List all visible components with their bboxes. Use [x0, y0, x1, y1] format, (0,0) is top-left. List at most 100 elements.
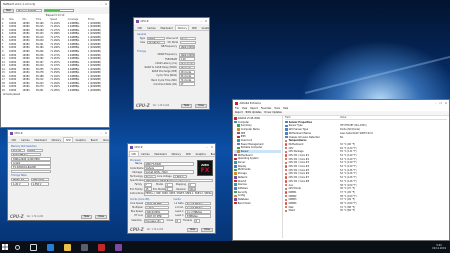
edge-icon[interactable] — [47, 243, 54, 251]
close-button[interactable]: Close — [201, 227, 213, 232]
temperature-label: CPU #1 / Core #8 — [288, 179, 310, 183]
menu-tools[interactable]: Tools — [274, 107, 280, 110]
tab-memory[interactable]: Memory — [49, 137, 63, 142]
processor-select[interactable]: Processor #1 — [143, 218, 164, 223]
tab-about[interactable]: About — [100, 137, 109, 142]
timing-label: Cycle Time (tRAS) — [156, 74, 177, 78]
slot-select[interactable]: Slot #1 — [11, 148, 25, 153]
multiplier: x 20.0 — [144, 205, 169, 210]
timing-label: DRAM Frequency — [157, 53, 177, 57]
aida-taskbar-icon[interactable] — [98, 243, 105, 251]
tab-spd[interactable]: SPD — [189, 25, 199, 30]
temperature-field: CPU #1 / Core #8 — [285, 180, 340, 183]
store-icon[interactable] — [81, 243, 88, 251]
tab-spd[interactable]: SPD — [183, 151, 193, 156]
minimize-icon[interactable]: – — [207, 146, 208, 149]
stepping-label: Stepping — [175, 183, 186, 187]
tree-label: DirectX — [237, 179, 247, 183]
thermometer-icon — [285, 187, 288, 190]
tab-caches[interactable]: Caches — [139, 151, 152, 156]
thermometer-icon — [285, 198, 288, 201]
tab-cpu[interactable]: CPU — [129, 151, 139, 156]
search-icon[interactable] — [15, 244, 20, 250]
close-icon[interactable]: ✕ — [211, 146, 213, 149]
tab-memory[interactable]: Memory — [175, 25, 190, 30]
task-view-icon[interactable] — [30, 243, 37, 251]
sensor-prop-field: Motherboard Name — [285, 132, 340, 135]
tree-icon — [234, 165, 237, 168]
sensor-prop-value: Asus Sabertooth 990FX R2.0 — [340, 131, 373, 135]
tab-caches[interactable]: Caches — [145, 25, 158, 30]
tab-graphics[interactable]: Graphics — [73, 137, 88, 142]
menu-file[interactable]: File — [235, 107, 239, 110]
menu-favorites[interactable]: Favorites — [261, 107, 271, 110]
ext-family-label: Ext. Family — [130, 187, 143, 191]
cpuz-version: Ver. 1.79.0.x64 — [152, 104, 170, 107]
system-clock[interactable]: 0:01 09.11.2019 — [432, 244, 450, 250]
menu-view[interactable]: View — [242, 107, 247, 110]
technology-label: Technology — [130, 174, 143, 178]
level-2: 4 x 2 MBytes — [184, 209, 211, 214]
timing-row: Command Rate (CR) 1T — [137, 82, 206, 87]
minimize-icon[interactable]: – — [201, 20, 202, 23]
temperature-value: 30 °C (86 °F) — [340, 209, 356, 213]
start-button[interactable]: Start — [3, 8, 14, 13]
tab-memory[interactable]: Memory — [169, 151, 183, 156]
menu-help[interactable]: Help — [283, 107, 288, 110]
tools-button[interactable]: Tools — [186, 227, 199, 232]
minimize-icon[interactable]: – — [435, 102, 436, 105]
field-column-header[interactable]: Field — [285, 116, 340, 119]
tools-button[interactable]: Tools — [180, 103, 193, 108]
tab-mainboard[interactable]: Mainboard — [32, 137, 49, 142]
thermometer-icon — [285, 191, 288, 194]
tab-mainboard[interactable]: Mainboard — [158, 25, 175, 30]
tab-graphics[interactable]: Graphics — [193, 151, 208, 156]
menu-report[interactable]: Report — [250, 107, 258, 110]
channel-value: Dual — [179, 36, 196, 41]
close-icon[interactable]: ✕ — [105, 132, 107, 135]
thermometer-icon — [285, 158, 288, 161]
close-button[interactable]: Close — [195, 103, 207, 108]
cpuz-logo: CPU-Z — [130, 227, 144, 232]
memtest-mode[interactable]: Memory 4096M — [15, 8, 42, 13]
minimize-icon[interactable]: – — [101, 132, 102, 135]
timings-table-group: Timings Table — [11, 174, 27, 178]
toolbar-bios-updates[interactable]: BIOS Updates — [246, 111, 262, 114]
tab-bench[interactable]: Bench — [208, 151, 215, 156]
temperature-field: DIMM3 — [285, 198, 340, 201]
tree-icon — [234, 201, 237, 205]
tab-cpu[interactable]: CPU — [135, 25, 145, 30]
toolbar-driver-updates[interactable]: Driver Updates — [264, 111, 281, 114]
close-button[interactable]: Close — [95, 214, 107, 219]
start-button[interactable] — [0, 241, 10, 253]
explorer-icon[interactable] — [64, 243, 71, 251]
minimize-icon[interactable]: – — [101, 3, 102, 6]
tab-spd[interactable]: SPD — [63, 137, 74, 142]
fx-logo-text: FX — [200, 166, 210, 174]
temperature-field: GPU Diode — [285, 187, 340, 190]
tree-item-benchmark[interactable]: Benchmark — [234, 201, 281, 205]
toolbar-report[interactable]: Report — [235, 111, 243, 114]
temperature-label: CPU #1 / Core #1 — [288, 154, 310, 158]
tools-button[interactable]: Tools — [80, 214, 93, 219]
tree-label: Network — [237, 175, 248, 179]
tab-mainboard[interactable]: Mainboard — [152, 151, 169, 156]
tab-cpu[interactable]: CPU — [9, 137, 19, 142]
multiplier-label: Multiplier — [132, 206, 143, 210]
cpuz-taskbar-icon[interactable] — [115, 243, 122, 251]
type-value: DDR4 — [146, 36, 165, 41]
tab-graphics[interactable]: Graphics — [199, 25, 209, 30]
close-icon[interactable]: ✕ — [205, 20, 207, 23]
close-icon[interactable]: ✕ — [105, 3, 107, 6]
value-column-header[interactable]: Value — [340, 116, 346, 119]
tab-bench[interactable]: Bench — [88, 137, 100, 142]
cpu-technology: 32 nm — [143, 174, 156, 179]
tree-icon — [234, 194, 237, 198]
temperature-label: CPU — [288, 146, 294, 150]
tab-caches[interactable]: Caches — [19, 137, 32, 142]
aida-tree: AIDA64 v5.95.4500 Computer Summary Compute… — [233, 115, 283, 238]
nb-freq-label: NB Frequency — [161, 45, 177, 49]
close-icon[interactable]: ✕ — [445, 102, 447, 105]
maximize-icon[interactable]: ☐ — [439, 102, 441, 105]
threads-label: Threads — [182, 219, 192, 223]
